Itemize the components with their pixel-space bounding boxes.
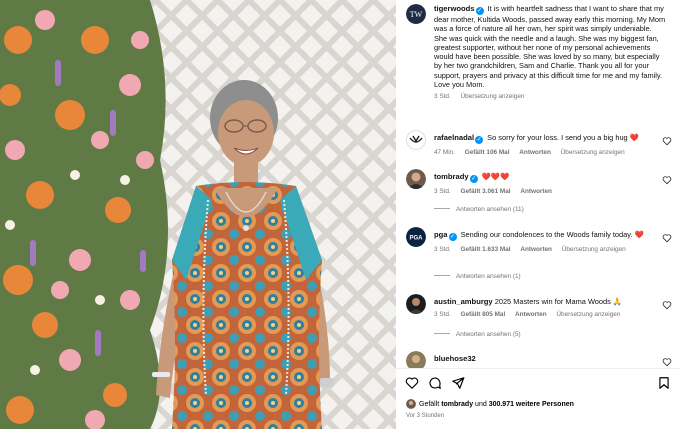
likes-prefix: Gefällt <box>419 400 440 408</box>
comment-username[interactable]: pga <box>434 230 448 239</box>
comment-body: austin_amburgy 2025 Masters win for Mama… <box>434 297 654 318</box>
comment-text: Sending our condolences to the Woods fam… <box>460 230 633 239</box>
reply-button[interactable]: Antworten <box>520 246 552 253</box>
photo-illustration <box>0 0 396 429</box>
caption-translate[interactable]: Übersetzung anzeigen <box>460 93 524 100</box>
view-replies-link[interactable]: Antworten ansehen (11) <box>434 206 524 213</box>
comment-text: So sorry for your loss. I send you a big… <box>487 133 628 142</box>
view-replies-link[interactable]: Antworten ansehen (1) <box>434 273 521 280</box>
commenter-avatar[interactable] <box>406 169 426 189</box>
comment-icon[interactable] <box>428 376 442 390</box>
comment-likes[interactable]: Gefällt 3.061 Mal <box>460 188 510 195</box>
comment-like-heart-icon[interactable] <box>662 357 672 367</box>
view-replies-text: Antworten ansehen (11) <box>456 206 524 213</box>
likes-count[interactable]: 300.971 weitere Personen <box>489 401 574 408</box>
send-icon[interactable] <box>451 376 465 390</box>
comment-emoji: ❤️ <box>634 230 644 239</box>
comment-likes[interactable]: Gefällt 1.633 Mal <box>460 246 510 253</box>
post-photo[interactable] <box>0 0 396 429</box>
view-replies-text: Antworten ansehen (1) <box>456 273 521 280</box>
comments-scroll[interactable]: TW tigerwoods ✓ It is with heartfelt sadn… <box>396 0 680 368</box>
comment-meta: 47 Min. Gefällt 106 Mal Antworten Überse… <box>434 149 654 156</box>
comment-translate[interactable]: Übersetzung anzeigen <box>556 311 620 318</box>
comment-username[interactable]: bluehose32 <box>434 354 476 363</box>
post-timestamp: Vor 3 Stunden <box>406 413 445 419</box>
comment-username[interactable]: rafaelnadal <box>434 133 474 142</box>
liked-by-user[interactable]: tombrady <box>441 401 473 408</box>
comment-likes[interactable]: Gefällt 805 Mal <box>460 311 505 318</box>
comment-translate[interactable]: Übersetzung anzeigen <box>562 246 626 253</box>
comment-body: rafaelnadal ✓ So sorry for your loss. I s… <box>434 133 654 156</box>
comment-emoji: 🙏 <box>612 297 623 306</box>
author-username[interactable]: tigerwoods <box>434 4 475 13</box>
comment-time: 47 Min. <box>434 149 455 156</box>
comment-meta: 3 Std. Gefällt 3.061 Mal Antworten <box>434 188 654 195</box>
comment-like-heart-icon[interactable] <box>662 300 672 310</box>
bookmark-icon[interactable] <box>657 376 671 390</box>
verified-badge-icon: ✓ <box>448 233 457 241</box>
comment-username[interactable]: tombrady <box>434 172 469 181</box>
comment-meta: 3 Std. Gefällt 1.633 Mal Antworten Übers… <box>434 246 654 253</box>
post-sidebar: TW tigerwoods ✓ It is with heartfelt sadn… <box>396 0 680 429</box>
comment-time: 3 Std. <box>434 188 451 195</box>
comment-username[interactable]: austin_amburgy <box>434 297 493 306</box>
verified-badge-icon: ✓ <box>475 136 484 144</box>
author-avatar[interactable]: TW <box>406 4 426 24</box>
view-replies-link[interactable]: Antworten ansehen (5) <box>434 331 521 338</box>
liker-avatar <box>406 399 416 409</box>
likes-summary[interactable]: Gefällt tombrady und 300.971 weitere Per… <box>406 399 574 409</box>
comment-body: bluehose32 <box>434 354 654 363</box>
svg-text:TW: TW <box>410 10 423 19</box>
comment-meta: 3 Std. Gefällt 805 Mal Antworten Überset… <box>434 311 654 318</box>
svg-text:PGA: PGA <box>409 236 423 242</box>
replies-divider <box>434 208 450 209</box>
commenter-avatar[interactable] <box>406 351 426 368</box>
view-replies-text: Antworten ansehen (5) <box>456 331 521 338</box>
reply-button[interactable]: Antworten <box>519 149 551 156</box>
comment-emoji: ❤️ <box>629 133 639 142</box>
comment-translate[interactable]: Übersetzung anzeigen <box>561 149 625 156</box>
likes-middle: und <box>475 400 487 408</box>
reply-button[interactable]: Antworten <box>515 311 547 318</box>
commenter-avatar[interactable] <box>406 130 426 150</box>
comment-like-heart-icon[interactable] <box>662 136 672 146</box>
caption-text: It is with heartfelt sadness that I want… <box>434 4 666 90</box>
post-caption: tigerwoods ✓ It is with heartfelt sadness… <box>434 4 666 100</box>
post-actions: Gefällt tombrady und 300.971 weitere Per… <box>396 368 680 429</box>
comment-body: tombrady ✓ ❤️❤️❤️ 3 Std. Gefällt 3.061 Ma… <box>434 172 654 195</box>
replies-divider <box>434 333 450 334</box>
comment-likes[interactable]: Gefällt 106 Mal <box>465 149 510 156</box>
replies-divider <box>434 275 450 276</box>
comment-like-heart-icon[interactable] <box>662 233 672 243</box>
comment-emoji: ❤️❤️❤️ <box>481 172 510 181</box>
heart-outline-icon[interactable] <box>405 376 419 390</box>
verified-badge-icon: ✓ <box>475 7 484 15</box>
commenter-avatar[interactable] <box>406 294 426 314</box>
reply-button[interactable]: Antworten <box>520 188 552 195</box>
comment-text: 2025 Masters win for Mama Woods <box>494 297 611 306</box>
caption-meta: 3 Std. Übersetzung anzeigen <box>434 93 666 100</box>
caption-time: 3 Std. <box>434 93 451 101</box>
comment-time: 3 Std. <box>434 246 451 253</box>
comment-like-heart-icon[interactable] <box>662 175 672 185</box>
verified-badge-icon: ✓ <box>469 175 478 183</box>
commenter-avatar[interactable]: PGA <box>406 227 426 247</box>
comment-time: 3 Std. <box>434 311 451 319</box>
comment-body: pga ✓ Sending our condolences to the Wood… <box>434 230 654 253</box>
